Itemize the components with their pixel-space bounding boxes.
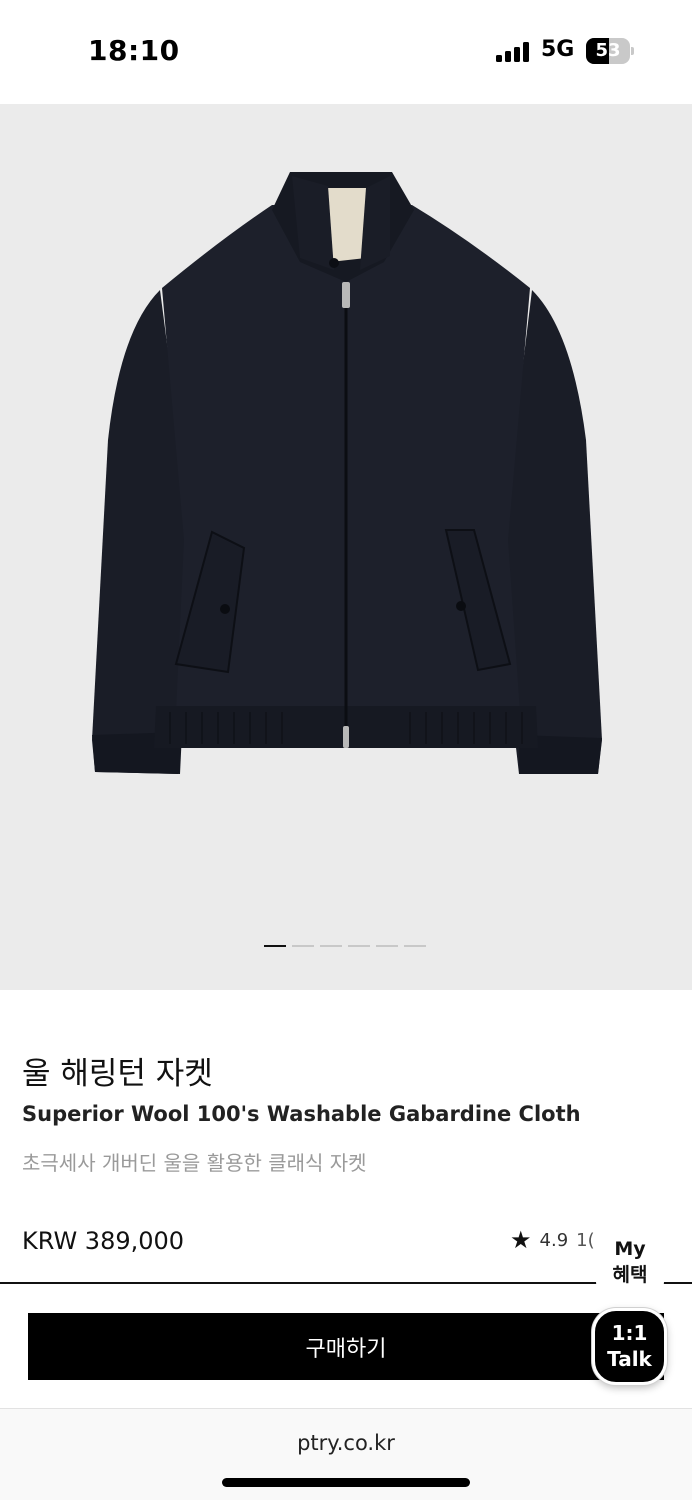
- status-bar: 18:10 5G 53: [0, 0, 692, 104]
- product-name: 울 해링턴 자켓: [22, 1056, 213, 1092]
- my-benefit-label-line1: My: [614, 1238, 646, 1260]
- battery-icon: 53: [586, 38, 634, 64]
- star-icon: ★: [510, 1226, 532, 1254]
- product-description: 초극세사 개버딘 울을 활용한 클래식 자켓: [22, 1151, 367, 1175]
- network-type: 5G: [541, 37, 575, 62]
- browser-url-bar[interactable]: ptry.co.kr: [0, 1408, 692, 1500]
- rating-value: 4.9: [539, 1229, 569, 1251]
- url-text: ptry.co.kr: [297, 1431, 395, 1455]
- product-price: KRW 389,000: [22, 1227, 185, 1255]
- pagination-dot[interactable]: [320, 945, 342, 947]
- my-benefit-button[interactable]: My 혜택: [596, 1232, 664, 1292]
- home-indicator[interactable]: [222, 1478, 470, 1487]
- buy-button[interactable]: 구매하기: [28, 1313, 664, 1380]
- battery-level: 53: [595, 40, 621, 61]
- talk-chat-button[interactable]: 1:1 Talk: [592, 1308, 667, 1385]
- talk-label-line1: 1:1: [611, 1321, 648, 1345]
- gallery-pagination[interactable]: [264, 945, 426, 949]
- signal-icon: [496, 42, 532, 62]
- divider: [0, 1282, 692, 1284]
- product-rating[interactable]: ★ 4.9 1(: [510, 1228, 595, 1252]
- review-count: 1(: [576, 1229, 595, 1251]
- status-time: 18:10: [88, 34, 180, 67]
- pagination-dot[interactable]: [376, 945, 398, 947]
- pagination-dot[interactable]: [264, 945, 286, 947]
- product-subtitle: Superior Wool 100's Washable Gabardine C…: [22, 1102, 581, 1126]
- jacket-product-image: [92, 172, 602, 774]
- pagination-dot[interactable]: [404, 945, 426, 947]
- pagination-dot[interactable]: [292, 945, 314, 947]
- my-benefit-label-line2: 혜택: [612, 1264, 648, 1286]
- product-image-gallery[interactable]: [0, 104, 692, 990]
- talk-label-line2: Talk: [607, 1347, 652, 1371]
- pagination-dot[interactable]: [348, 945, 370, 947]
